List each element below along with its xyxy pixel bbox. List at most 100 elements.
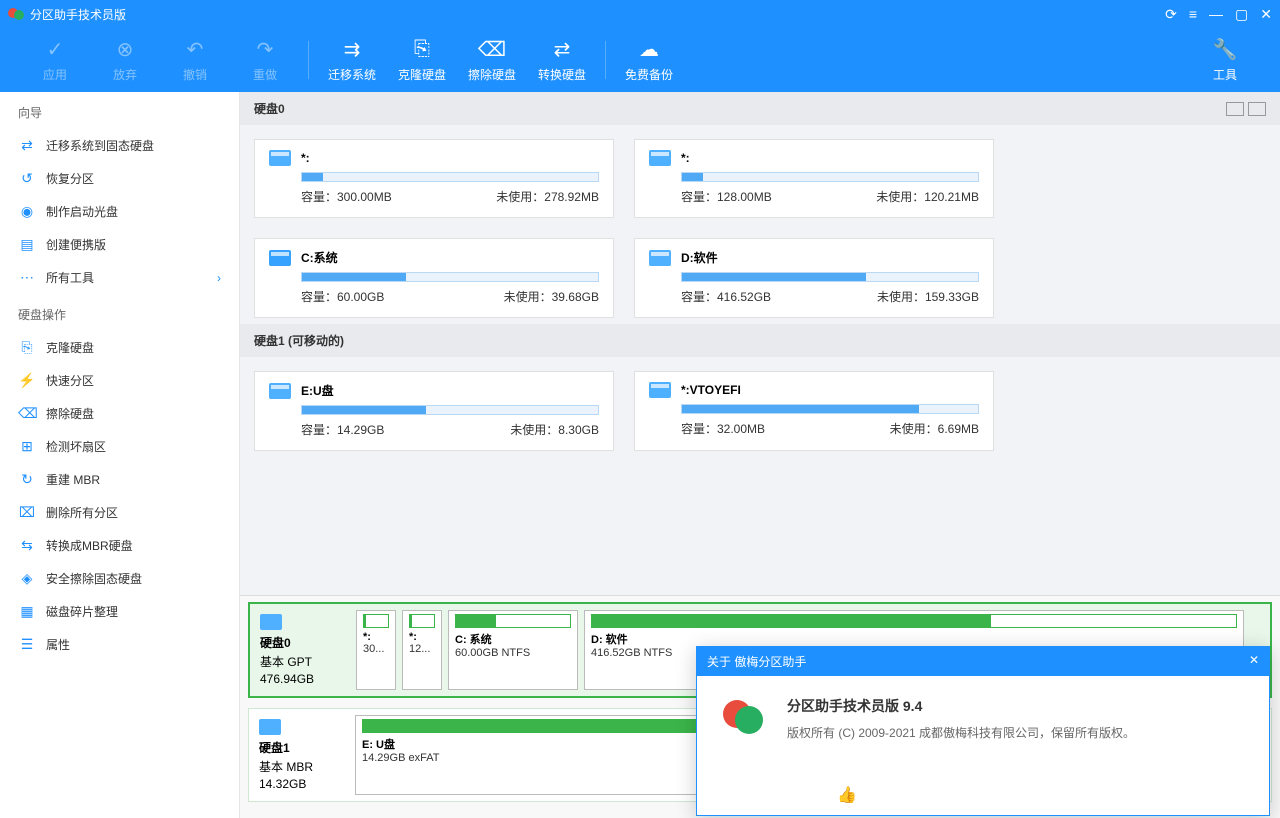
thumbs-up-icon[interactable]: 👍 [837,785,857,805]
sidebar-item-icon: ⊞ [18,438,36,455]
partition-segment[interactable]: C: 系统 60.00GB NTFS [448,610,578,690]
sidebar-item[interactable]: ⋯ 所有工具 › [0,261,239,294]
close-icon[interactable]: ✕ [1260,6,1272,23]
free-label: 未使用：120.21MB [876,188,979,205]
partition-cards: *: 容量：300.00MB未使用：278.92MB *: 容量：128.00M… [240,125,1280,324]
partition-segment[interactable]: *: 12... [402,610,442,690]
backup-button[interactable]: ☁免费备份 [614,38,684,83]
undo-button[interactable]: ↶撤销 [160,38,230,83]
partition-card[interactable]: *:VTOYEFI 容量：32.00MB未使用：6.69MB [634,371,994,451]
maximize-icon[interactable]: ▢ [1235,6,1248,23]
partition-card[interactable]: *: 容量：128.00MB未使用：120.21MB [634,139,994,218]
sidebar-item-label: 克隆硬盘 [46,339,94,356]
drive-icon [649,150,671,166]
undo-icon: ↶ [187,38,204,62]
partition-card[interactable]: C:系统 容量：60.00GB未使用：39.68GB [254,238,614,318]
sidebar-item[interactable]: ⇄ 迁移系统到固态硬盘 [0,129,239,162]
usage-bar [681,404,979,414]
separator [605,41,606,79]
wipe-button[interactable]: ⌫擦除硬盘 [457,38,527,83]
free-label: 未使用：8.30GB [510,421,599,438]
disk-type: 基本 GPT [260,653,346,670]
partition-name: E:U盘 [301,382,334,399]
clone-button[interactable]: ⎘克隆硬盘 [387,38,457,83]
disk-name: 硬盘0 [260,634,346,651]
ops-group-title: 硬盘操作 [0,294,239,331]
segment-name: *: [363,631,389,643]
sidebar-item[interactable]: ⌫ 擦除硬盘 [0,397,239,430]
migrate-button[interactable]: ⇉迁移系统 [317,38,387,83]
partition-name: C:系统 [301,249,338,266]
wrench-icon: 🔧 [1213,38,1238,62]
sidebar-item-icon: ⇆ [18,537,36,554]
minimize-icon[interactable]: — [1209,6,1223,23]
sidebar-item[interactable]: ↺ 恢复分区 [0,162,239,195]
sidebar-item[interactable]: ⇆ 转换成MBR硬盘 [0,529,239,562]
segment-bar [591,614,1237,628]
sidebar-item-icon: ◈ [18,570,36,587]
sidebar-item[interactable]: ⎘ 克隆硬盘 [0,331,239,364]
partition-name: *:VTOYEFI [681,383,741,397]
refresh-icon[interactable]: ⟳ [1165,6,1177,23]
partition-name: *: [681,151,690,165]
disk-size: 14.32GB [259,777,345,791]
segment-size: 60.00GB NTFS [455,647,571,659]
chevron-right-icon: › [217,271,221,285]
disk-icon [260,614,282,630]
partition-segment[interactable]: *: 30... [356,610,396,690]
sidebar-item-icon: ⚡ [18,372,36,389]
disk-header: 硬盘0 [240,92,1280,125]
convert-button[interactable]: ⇄转换硬盘 [527,38,597,83]
segment-name: *: [409,631,435,643]
clone-icon: ⎘ [414,38,430,62]
sidebar-item[interactable]: ⚡ 快速分区 [0,364,239,397]
sidebar-item-icon: ▦ [18,603,36,620]
window-controls: ⟳ ≡ — ▢ ✕ [1165,6,1272,23]
partition-cards: E:U盘 容量：14.29GB 未使用：8.30GB *:VTOYEFI 容量：3… [240,357,1280,457]
sidebar-item[interactable]: ☰ 属性 [0,628,239,661]
partition-card[interactable]: *: 容量：300.00MB未使用：278.92MB [254,139,614,218]
view-toggle[interactable] [1226,102,1266,116]
about-dialog: 关于 傲梅分区助手 ✕ 分区助手技术员版 9.4 版权所有 (C) 2009-2… [696,646,1270,816]
about-close-icon[interactable]: ✕ [1249,653,1259,670]
redo-icon: ↷ [257,38,274,62]
sidebar-item[interactable]: ⌧ 删除所有分区 [0,496,239,529]
disk-size: 476.94GB [260,672,346,686]
sidebar-item-label: 快速分区 [46,372,94,389]
drive-icon [269,150,291,166]
segment-size: 30... [363,643,389,655]
sidebar-item-label: 创建便携版 [46,236,106,253]
redo-button[interactable]: ↷重做 [230,38,300,83]
drive-icon [649,382,671,398]
cancel-icon: ⊗ [117,38,134,62]
partition-card[interactable]: D:软件 容量：416.52GB未使用：159.33GB [634,238,994,318]
sidebar-item-label: 属性 [46,636,70,653]
disk-header-label: 硬盘0 [254,100,285,117]
sidebar-item-label: 制作启动光盘 [46,203,118,220]
about-copyright: 版权所有 (C) 2009-2021 成都傲梅科技有限公司，保留所有版权。 [787,724,1135,741]
menu-icon[interactable]: ≡ [1189,6,1197,23]
sidebar-item[interactable]: ◈ 安全擦除固态硬盘 [0,562,239,595]
sidebar-item[interactable]: ⊞ 检测坏扇区 [0,430,239,463]
wipe-icon: ⌫ [478,38,506,62]
disk-name: 硬盘1 [259,739,345,756]
sidebar-item[interactable]: ↻ 重建 MBR [0,463,239,496]
sidebar-item[interactable]: ▤ 创建便携版 [0,228,239,261]
segment-size: 12... [409,643,435,655]
toolbar: ✓应用 ⊗放弃 ↶撤销 ↷重做 ⇉迁移系统 ⎘克隆硬盘 ⌫擦除硬盘 ⇄转换硬盘 … [0,28,1280,92]
apply-button[interactable]: ✓应用 [20,38,90,83]
sidebar-item[interactable]: ▦ 磁盘碎片整理 [0,595,239,628]
discard-button[interactable]: ⊗放弃 [90,38,160,83]
sidebar-item-label: 迁移系统到固态硬盘 [46,137,154,154]
disk-info: 硬盘1 基本 MBR 14.32GB [255,715,349,795]
sidebar: 向导 ⇄ 迁移系统到固态硬盘 ↺ 恢复分区 ◉ 制作启动光盘 ▤ 创建便携版 ⋯… [0,92,240,818]
capacity-label: 容量：60.00GB [301,288,384,305]
sidebar-item-icon: ⋯ [18,269,36,286]
disk-type: 基本 MBR [259,758,345,775]
partition-card[interactable]: E:U盘 容量：14.29GB 未使用：8.30GB [254,371,614,451]
tools-button[interactable]: 🔧工具 [1190,38,1260,83]
sidebar-item[interactable]: ◉ 制作启动光盘 [0,195,239,228]
separator [308,41,309,79]
segment-name: C: 系统 [455,631,571,647]
capacity-label: 容量：14.29GB [301,421,384,438]
